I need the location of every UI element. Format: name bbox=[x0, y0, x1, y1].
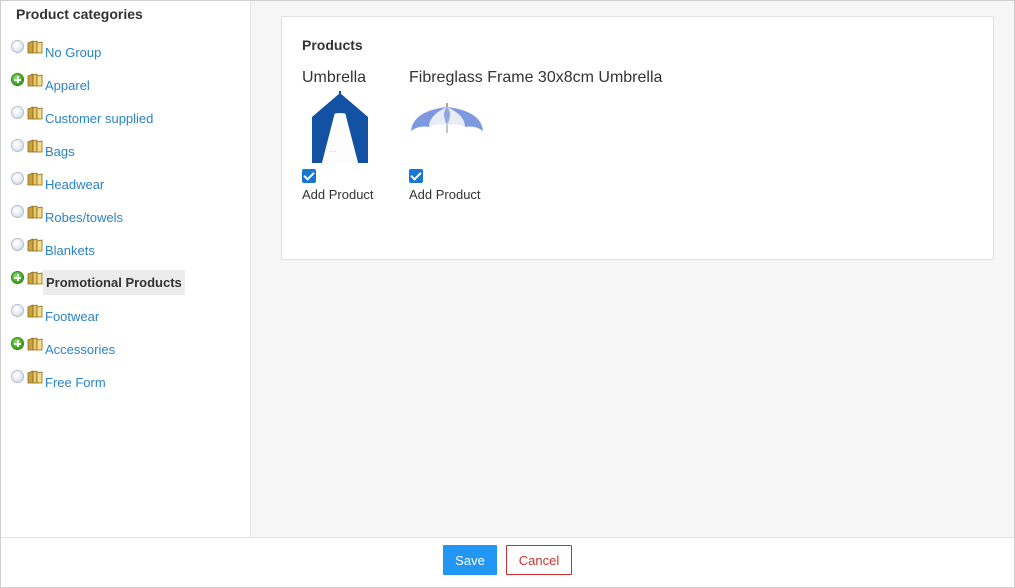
tree-item[interactable]: Promotional Products bbox=[1, 265, 250, 298]
tree-item[interactable]: Headwear bbox=[1, 166, 250, 199]
tree-item[interactable]: Apparel bbox=[1, 67, 250, 100]
folder-icon bbox=[27, 73, 43, 87]
expand-plus-icon[interactable] bbox=[11, 337, 24, 350]
tree-item-label[interactable]: Free Form bbox=[45, 375, 106, 390]
products-title: Products bbox=[302, 37, 363, 53]
leaf-node-icon bbox=[11, 139, 24, 152]
tree-item[interactable]: Customer supplied bbox=[1, 100, 250, 133]
tree-item-label[interactable]: No Group bbox=[45, 45, 101, 60]
tree-item-label[interactable]: Accessories bbox=[45, 342, 115, 357]
add-product-checkbox[interactable] bbox=[302, 169, 316, 183]
category-tree: No Group Apparel Customer supplied Bags … bbox=[1, 34, 250, 397]
folder-icon bbox=[27, 304, 43, 318]
folder-icon bbox=[27, 238, 43, 252]
tree-item-label[interactable]: Customer supplied bbox=[45, 111, 153, 126]
tree-item[interactable]: No Group bbox=[1, 34, 250, 67]
leaf-node-icon bbox=[11, 238, 24, 251]
folder-icon bbox=[27, 205, 43, 219]
product-card: Umbrella ~ ~ Add Product bbox=[302, 69, 378, 202]
main-content: Products Umbrella ~ ~ Add Product Fibreg… bbox=[251, 1, 1014, 537]
product-card: Fibreglass Frame 30x8cm Umbrella Add Pro… bbox=[409, 69, 662, 202]
leaf-node-icon bbox=[11, 304, 24, 317]
tree-item-label[interactable]: Robes/towels bbox=[45, 210, 123, 225]
expand-plus-icon[interactable] bbox=[11, 271, 24, 284]
leaf-node-icon bbox=[11, 370, 24, 383]
leaf-node-icon bbox=[11, 172, 24, 185]
cancel-button[interactable]: Cancel bbox=[506, 545, 572, 575]
tree-item[interactable]: Footwear bbox=[1, 298, 250, 331]
add-product-label: Add Product bbox=[409, 187, 481, 202]
folder-icon bbox=[27, 337, 43, 351]
sidebar-title: Product categories bbox=[16, 6, 143, 22]
folder-icon bbox=[27, 172, 43, 186]
tree-item[interactable]: Free Form bbox=[1, 364, 250, 397]
category-sidebar: Product categories No Group Apparel Cust… bbox=[1, 1, 251, 537]
leaf-node-icon bbox=[11, 106, 24, 119]
tree-item-label[interactable]: Blankets bbox=[45, 243, 95, 258]
umbrella-image bbox=[409, 91, 485, 163]
product-name: Umbrella bbox=[302, 69, 367, 86]
add-product-label: Add Product bbox=[302, 187, 374, 202]
save-button[interactable]: Save bbox=[443, 545, 497, 575]
leaf-node-icon bbox=[11, 205, 24, 218]
tree-item-label[interactable]: Apparel bbox=[45, 78, 90, 93]
folder-icon bbox=[27, 370, 43, 384]
products-panel: Products Umbrella ~ ~ Add Product Fibreg… bbox=[281, 16, 994, 260]
folder-icon bbox=[27, 106, 43, 120]
umbrella-image: ~ ~ bbox=[302, 91, 378, 163]
folder-icon bbox=[27, 40, 43, 54]
tree-item[interactable]: Blankets bbox=[1, 232, 250, 265]
expand-plus-icon[interactable] bbox=[11, 73, 24, 86]
tree-item[interactable]: Robes/towels bbox=[1, 199, 250, 232]
folder-icon bbox=[27, 271, 43, 285]
leaf-node-icon bbox=[11, 40, 24, 53]
tree-item-label[interactable]: Headwear bbox=[45, 177, 104, 192]
product-name: Fibreglass Frame 30x8cm Umbrella bbox=[409, 69, 663, 86]
tree-item-label[interactable]: Bags bbox=[45, 144, 75, 159]
folder-icon bbox=[27, 139, 43, 153]
tree-item-label[interactable]: Footwear bbox=[45, 309, 99, 324]
tree-item[interactable]: Accessories bbox=[1, 331, 250, 364]
svg-text:~ ~: ~ ~ bbox=[330, 149, 336, 154]
add-product-checkbox[interactable] bbox=[409, 169, 423, 183]
dialog-footer: Save Cancel bbox=[1, 537, 1014, 587]
tree-item[interactable]: Bags bbox=[1, 133, 250, 166]
tree-item-label[interactable]: Promotional Products bbox=[43, 270, 185, 295]
